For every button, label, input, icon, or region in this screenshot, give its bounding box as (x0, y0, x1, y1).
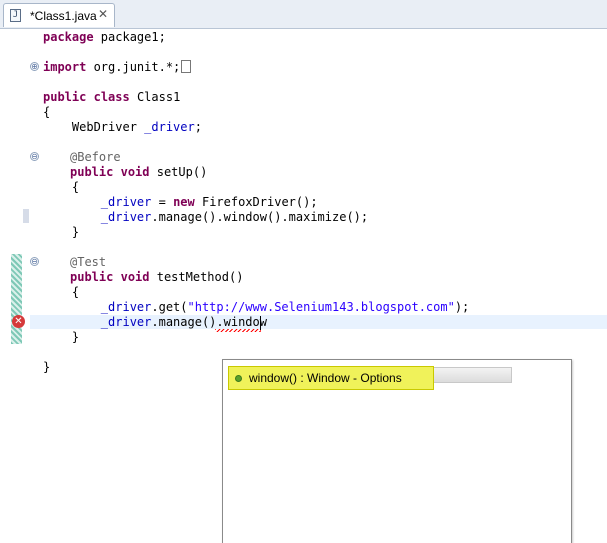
field-name: _driver (100, 210, 152, 224)
code-line-1: package package1; (43, 30, 166, 45)
horizontal-scrollbar[interactable] (434, 367, 512, 383)
close-icon[interactable]: ✕ (98, 7, 108, 21)
content-assist-item-label: window() : Window - Options (249, 371, 402, 385)
quick-diff-change-bar (11, 254, 22, 344)
fold-expand-icon[interactable]: ⊕ (30, 62, 39, 71)
code-text: ; (194, 120, 202, 134)
code-line-3: public class Class1 (43, 90, 180, 105)
java-file-icon: J (10, 9, 21, 22)
string-literal: "http://www.Selenium143.blogspot.com" (187, 300, 455, 314)
keyword: new (173, 195, 195, 209)
code-line-14: { (43, 285, 80, 299)
keyword: import (43, 60, 87, 74)
code-line-18: } (43, 360, 51, 374)
error-icon[interactable]: ✕ (12, 315, 25, 328)
field-name: _driver (100, 195, 152, 209)
keyword: public (43, 90, 87, 104)
annotation: @Before (70, 150, 121, 164)
code-text: .manage().window (151, 315, 267, 329)
code-line-16: _driver.manage().window (43, 315, 267, 330)
code-line-15: _driver.get("http://www.Selenium143.blog… (43, 300, 469, 315)
code-line-5: WebDriver _driver; (43, 120, 202, 135)
fold-collapse-icon[interactable]: ⊖ (30, 152, 39, 161)
code-text: package1; (93, 30, 166, 44)
code-line-6: @Before (70, 150, 121, 165)
code-text: setUp() (149, 165, 208, 179)
code-text: ); (454, 300, 470, 314)
public-method-icon (235, 375, 242, 382)
code-text: testMethod() (149, 270, 244, 284)
editor-tab-bar: J *Class1.java ✕ (0, 0, 607, 29)
field-name: _driver (100, 300, 152, 314)
code-line-9: _driver = new FirefoxDriver(); (43, 195, 318, 210)
code-text: WebDriver (43, 120, 145, 134)
code-line-17: } (43, 330, 80, 344)
code-text: .manage().window().maximize(); (151, 210, 369, 224)
code-line-11: } (43, 225, 80, 239)
keyword: void (120, 165, 150, 179)
code-text: FirefoxDriver(); (194, 195, 318, 209)
field-name: _driver (144, 120, 195, 134)
keyword: void (120, 270, 150, 284)
code-line-13: public void testMethod() (70, 270, 243, 285)
code-line-10: _driver.manage().window().maximize(); (43, 210, 368, 225)
keyword: package (43, 30, 94, 44)
keyword: public (70, 270, 114, 284)
code-line-4: { (43, 105, 51, 119)
annotation: @Test (70, 255, 107, 269)
keyword: public (70, 165, 114, 179)
code-text: .get( (151, 300, 188, 314)
code-line-7: public void setUp() (70, 165, 207, 180)
code-text: org.junit.*; (86, 60, 181, 74)
fold-collapse-icon[interactable]: ⊖ (30, 257, 39, 266)
error-squiggle (215, 329, 261, 332)
content-assist-popup: window() : Window - Options (222, 359, 572, 543)
code-line-8: { (43, 180, 80, 194)
tab-class1-java[interactable]: J *Class1.java ✕ (3, 3, 115, 27)
code-text: Class1 (129, 90, 181, 104)
quick-diff-marker (23, 209, 29, 223)
code-editor[interactable]: ⊕ ⊖ ⊖ ✕ package package1; import org.jun… (0, 29, 607, 543)
folded-code-indicator[interactable] (181, 60, 192, 73)
content-assist-item[interactable]: window() : Window - Options (228, 366, 434, 390)
text-caret (260, 316, 261, 330)
code-line-12: @Test (70, 255, 106, 270)
tab-title: *Class1.java (30, 9, 97, 23)
field-name: _driver (100, 315, 152, 329)
keyword: class (93, 90, 130, 104)
code-text: = (151, 195, 174, 209)
code-line-2: import org.junit.*; (43, 60, 192, 75)
